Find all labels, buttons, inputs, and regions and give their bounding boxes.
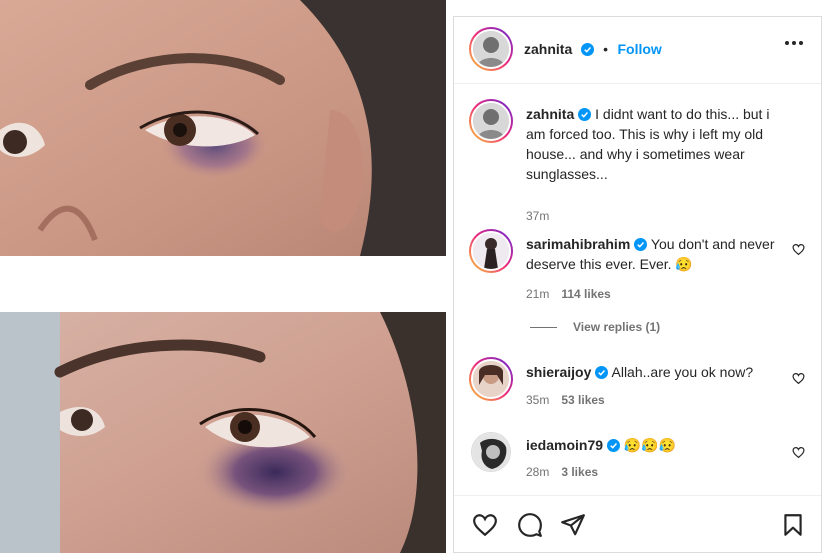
- caption-text-block: zahnita I didnt want to do this... but i…: [526, 104, 784, 184]
- commenter-username[interactable]: sarimahibrahim: [526, 236, 630, 252]
- post-actions-bar: [454, 495, 821, 556]
- author-username[interactable]: zahnita: [524, 41, 572, 57]
- bookmark-icon[interactable]: [780, 512, 806, 538]
- comment-time: 28m: [526, 465, 550, 479]
- commenter-avatar[interactable]: [469, 229, 513, 273]
- comment-likes[interactable]: 53 likes: [561, 393, 604, 407]
- commenter-username[interactable]: iedamoin79: [526, 437, 603, 453]
- post-header: zahnita • Follow: [454, 17, 821, 84]
- verified-badge-icon: [595, 366, 609, 379]
- comment-meta: 35m 53 likes: [526, 393, 605, 407]
- more-options-icon[interactable]: [785, 41, 803, 45]
- replies-divider: [530, 326, 557, 328]
- comment-text-block: iedamoin79 😥😥😥: [526, 435, 784, 455]
- photo-eye-closeup-top: [0, 0, 446, 256]
- caption-time: 37m: [526, 209, 550, 223]
- verified-badge-icon: [578, 108, 592, 121]
- view-replies-label: View replies (1): [573, 320, 661, 334]
- comment-icon[interactable]: [517, 512, 543, 538]
- comment-meta: 28m 3 likes: [526, 465, 598, 479]
- separator-dot: •: [603, 41, 609, 57]
- verified-badge-icon: [580, 43, 594, 56]
- commenter-avatar[interactable]: [471, 432, 511, 472]
- send-icon[interactable]: [560, 512, 586, 538]
- heart-icon[interactable]: [792, 372, 805, 385]
- comment-likes[interactable]: 3 likes: [561, 465, 598, 479]
- photo-eye-closeup-bottom: [0, 312, 446, 553]
- comment-time: 21m: [526, 287, 550, 301]
- view-replies-button[interactable]: View replies (1): [530, 320, 660, 334]
- commenter-avatar[interactable]: [469, 357, 513, 401]
- heart-icon[interactable]: [792, 446, 805, 459]
- follow-button[interactable]: Follow: [618, 41, 662, 57]
- heart-icon[interactable]: [472, 512, 498, 538]
- verified-badge-icon: [634, 238, 648, 251]
- caption-username[interactable]: zahnita: [526, 106, 574, 122]
- post-media[interactable]: [0, 0, 446, 553]
- comment-meta: 21m 114 likes: [526, 287, 611, 301]
- comment-likes[interactable]: 114 likes: [561, 287, 610, 301]
- caption-avatar[interactable]: [469, 99, 513, 143]
- comment-text: 😥😥😥: [623, 437, 677, 453]
- author-avatar[interactable]: [469, 27, 513, 71]
- commenter-username[interactable]: shieraijoy: [526, 364, 591, 380]
- verified-badge-icon: [607, 439, 621, 452]
- comment-text-block: shieraijoy Allah..are you ok now?: [526, 362, 784, 382]
- comment-time: 35m: [526, 393, 550, 407]
- post-detail-panel: zahnita • Follow zahnita I didnt want to…: [453, 16, 822, 553]
- comment-text: Allah..are you ok now?: [611, 364, 754, 380]
- comment-text-block: sarimahibrahim You don't and never deser…: [526, 234, 784, 274]
- heart-icon[interactable]: [792, 243, 805, 256]
